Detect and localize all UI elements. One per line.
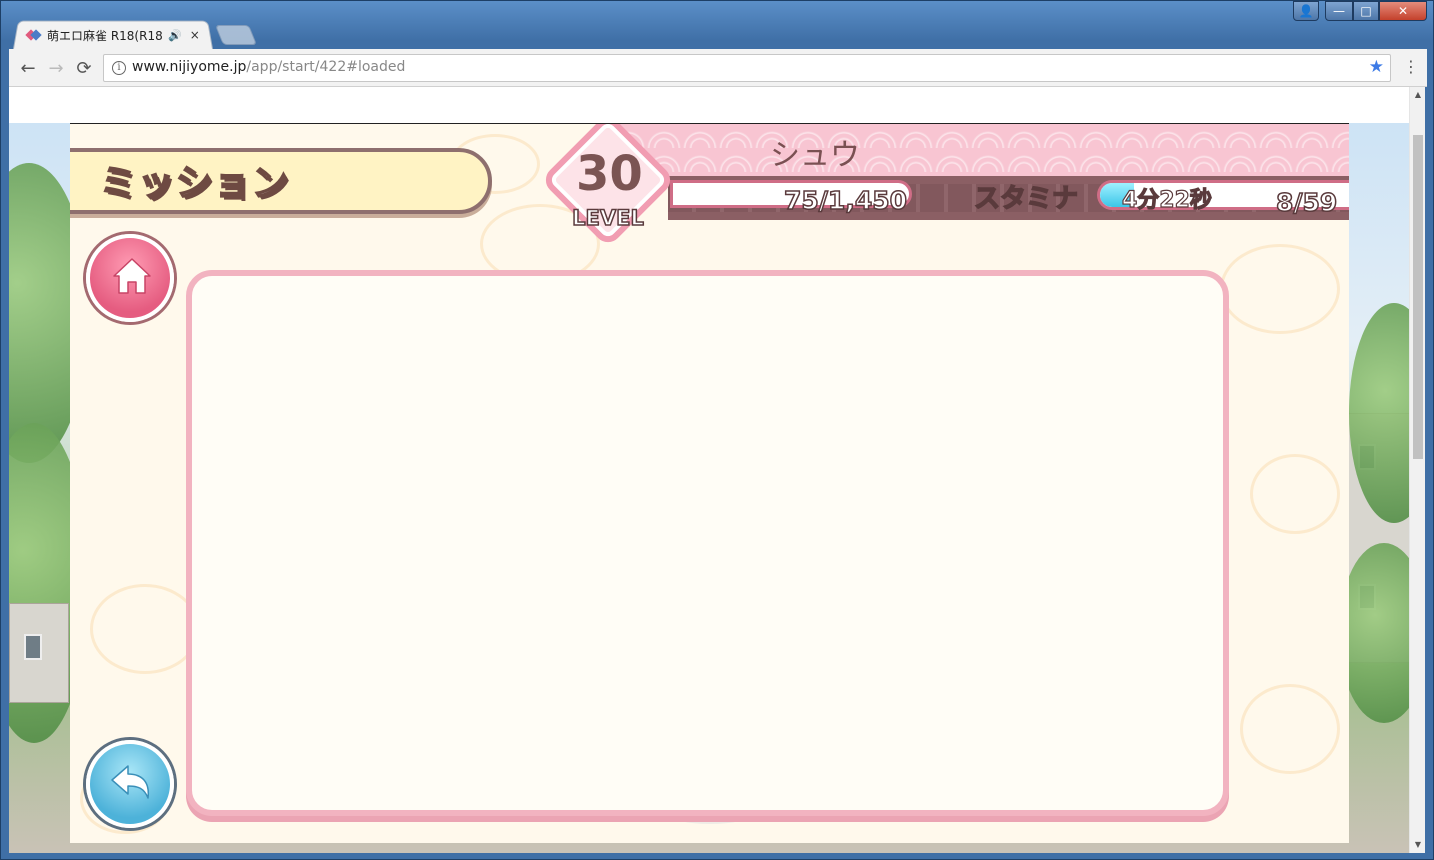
address-bar[interactable]: i www.nijiyome.jp/app/start/422#loaded ★ (103, 54, 1391, 82)
header-pattern (610, 124, 1349, 180)
profile-icon[interactable]: 👤 (1293, 1, 1319, 21)
tab-content: 萌エロ麻雀 R18(R18 🔊 × (27, 25, 200, 45)
tab-close-icon[interactable]: × (190, 28, 200, 42)
stamina-count: 8/59 (1275, 187, 1338, 218)
page-viewport: ミッション 75/1,450 スタミナ 4分22秒 8/59 シュウ 30 LE… (9, 87, 1411, 853)
game-canvas: ミッション 75/1,450 スタミナ 4分22秒 8/59 シュウ 30 LE… (70, 123, 1349, 843)
forward-arrow-icon[interactable]: → (43, 55, 69, 81)
mission-list-panel (186, 270, 1229, 816)
player-name: シュウ (770, 138, 860, 173)
home-icon (113, 258, 151, 294)
tab-title: 萌エロ麻雀 R18(R18 (47, 28, 162, 43)
screen-title: ミッション (99, 162, 291, 205)
window-controls: 👤 — □ ✕ (1293, 1, 1427, 21)
home-button[interactable] (86, 234, 174, 322)
scroll-thumb[interactable] (1413, 135, 1423, 459)
stamina-label: スタミナ (973, 183, 1079, 215)
level-number: 30 (576, 146, 643, 202)
scroll-down-icon[interactable]: ▼ (1410, 837, 1426, 853)
new-tab-button[interactable] (214, 25, 258, 45)
back-button[interactable] (86, 740, 174, 828)
favicon-icon (27, 29, 41, 41)
building-left (9, 603, 69, 703)
url-path: /app/start/422#loaded (246, 59, 406, 75)
browser-window: 萌エロ麻雀 R18(R18 🔊 × 👤 — □ ✕ ← → ⟳ i www.ni… (0, 0, 1434, 860)
browser-toolbar: ← → ⟳ i www.nijiyome.jp/app/start/422#lo… (9, 49, 1427, 87)
browser-menu-icon[interactable]: ⋮ (1403, 57, 1419, 76)
back-arrow-icon[interactable]: ← (15, 55, 41, 81)
title-bar: 萌エロ麻雀 R18(R18 🔊 × 👤 — □ ✕ (1, 1, 1434, 49)
audio-icon[interactable]: 🔊 (168, 29, 182, 42)
bookmark-star-icon[interactable]: ★ (1369, 57, 1384, 77)
stamina-timer: 4分22秒 (1121, 187, 1212, 213)
url-domain: www.nijiyome.jp (132, 59, 247, 75)
level-label: LEVEL (571, 205, 644, 231)
maximize-button[interactable]: □ (1353, 1, 1379, 21)
minimize-button[interactable]: — (1325, 1, 1353, 21)
vertical-scrollbar[interactable]: ▲ ▼ (1409, 87, 1425, 853)
close-button[interactable]: ✕ (1379, 1, 1427, 21)
scroll-up-icon[interactable]: ▲ (1410, 87, 1426, 103)
info-icon[interactable]: i (112, 61, 126, 75)
reload-icon[interactable]: ⟳ (71, 55, 97, 81)
url-text[interactable]: www.nijiyome.jp/app/start/422#loaded (132, 59, 405, 75)
back-arrow-icon (111, 765, 150, 799)
exp-value: 75/1,450 (783, 185, 908, 216)
